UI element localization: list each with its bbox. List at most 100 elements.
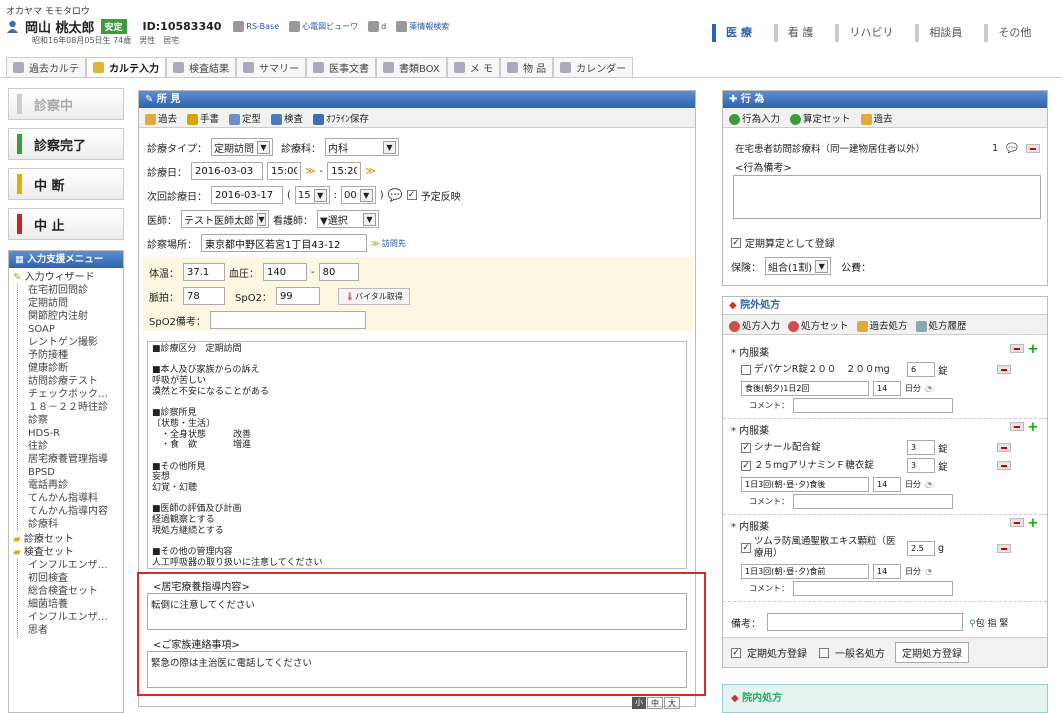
link-ecg-viewer[interactable]: 心電図ビューワ [289, 21, 358, 32]
menu-item[interactable]: BPSD [28, 466, 119, 479]
drug-qty-input[interactable] [907, 540, 935, 556]
pulse-input[interactable] [183, 287, 225, 305]
spo2-note-input[interactable] [209, 311, 366, 329]
menu-item[interactable]: てんかん指導料 [28, 492, 119, 505]
tab-items[interactable]: 物 品 [499, 57, 554, 77]
in-exam-button[interactable]: 診察中 [8, 88, 124, 120]
insurance-select[interactable]: 組合(1割) ▼ [765, 257, 832, 275]
next-date-input[interactable] [211, 186, 283, 204]
link-drug-search[interactable]: 薬情報検索 [396, 21, 449, 32]
tab-chart-input[interactable]: カルテ入力 [86, 57, 166, 77]
menu-item[interactable]: HDS-R [28, 427, 119, 440]
menu-item[interactable]: 予防接種 [28, 349, 119, 362]
tab-doc-box[interactable]: 書類BOX [376, 57, 447, 77]
drug-qty-input[interactable] [907, 440, 935, 455]
drug-checkbox[interactable]: ✓ [741, 442, 751, 453]
periodic-rx-checkbox[interactable]: ✓ [731, 647, 741, 658]
handwrite-button[interactable]: 手書 [187, 111, 219, 125]
add-icon[interactable]: + [1027, 517, 1039, 530]
findings-textarea[interactable]: ■診療区分 定期訪問 ■本人及び家族からの訴え 呼吸が苦しい 漠然と不安になることがあ… [147, 341, 687, 569]
test-set-item[interactable]: 思者 [28, 624, 119, 637]
menu-item[interactable]: 関節腔内注射 [28, 310, 119, 323]
tab-nursing[interactable]: 看 護 [773, 24, 824, 42]
drug-checkbox[interactable] [741, 364, 751, 375]
interrupt-button[interactable]: 中 断 [8, 168, 124, 200]
test-set-item[interactable]: インフルエンザ… [28, 559, 119, 572]
tab-other[interactable]: その他 [984, 24, 1041, 42]
tab-counselor[interactable]: 相談員 [915, 24, 972, 42]
rx-history-button[interactable]: 処方履歴 [915, 318, 967, 332]
menu-item[interactable]: 訪問診療テスト [28, 375, 119, 388]
remove-icon[interactable] [997, 461, 1011, 470]
test-set-item[interactable]: 細菌培養 [28, 598, 119, 611]
menu-item[interactable]: １８－２２時往診 [28, 401, 119, 414]
temperature-input[interactable] [183, 263, 225, 281]
generic-checkbox[interactable] [819, 647, 829, 658]
comment-input[interactable] [793, 494, 953, 509]
billing-set-button[interactable]: 算定セット [790, 111, 851, 125]
home-care-textarea[interactable]: 転倒に注意してください [147, 593, 687, 630]
menu-item[interactable]: 定期訪問 [28, 297, 119, 310]
remove-icon[interactable] [1009, 344, 1024, 353]
link-rs-base[interactable]: RS-Base [233, 21, 279, 32]
days-input[interactable] [873, 564, 901, 579]
exam-done-button[interactable]: 診察完了 [8, 128, 124, 160]
menu-item[interactable]: SOAP [28, 323, 119, 336]
drug-qty-input[interactable] [907, 458, 935, 473]
menu-item[interactable]: 診療科 [28, 518, 119, 531]
font-large-button[interactable]: 大 [664, 697, 680, 709]
font-small-button[interactable]: 小 [632, 697, 646, 709]
test-set-item[interactable]: 初回検査 [28, 572, 119, 585]
tab-memo[interactable]: メ モ [446, 57, 500, 77]
usage-input[interactable] [741, 477, 869, 492]
wizard-folder[interactable]: ✎ 入力ウィザード [13, 271, 119, 284]
font-medium-button[interactable]: 中 [647, 697, 663, 709]
drug-checkbox[interactable]: ✓ [741, 543, 751, 553]
tab-rehab[interactable]: リハビリ [835, 24, 903, 42]
past-button[interactable]: 過去 [145, 111, 177, 125]
time-from-input[interactable] [267, 162, 301, 180]
date-input[interactable] [191, 162, 263, 180]
menu-item[interactable]: てんかん指導内容 [28, 505, 119, 518]
days-input[interactable] [873, 381, 901, 396]
bp-high-input[interactable] [263, 263, 307, 281]
comment-input[interactable] [793, 398, 953, 413]
days-input[interactable] [873, 477, 901, 492]
menu-item[interactable]: 電話再診 [28, 479, 119, 492]
dept-select[interactable]: 内科 ▼ [325, 138, 399, 156]
usage-input[interactable] [741, 381, 869, 396]
remove-icon[interactable] [1026, 143, 1040, 153]
spo2-input[interactable] [275, 287, 320, 305]
test-button[interactable]: 検査 [271, 111, 303, 125]
procedure-input-button[interactable]: 行為入力 [729, 111, 780, 125]
add-icon[interactable]: + [1027, 421, 1039, 434]
tab-medical[interactable]: 医 療 [712, 24, 762, 42]
offline-save-button[interactable]: ｵﾌﾗｲﾝ保存 [313, 111, 369, 125]
menu-item[interactable]: 在宅初回問診 [28, 284, 119, 297]
procedure-past-button[interactable]: 過去 [860, 111, 893, 125]
menu-item[interactable]: 健康診断 [28, 362, 119, 375]
remove-icon[interactable] [1009, 518, 1024, 527]
next-hour-select[interactable]: 15 ▼ [294, 186, 330, 204]
rx-note-input[interactable] [767, 613, 963, 631]
menu-item[interactable]: 診察 [28, 414, 119, 427]
type-select[interactable]: 定期訪問 ▼ [211, 138, 273, 156]
rx-past-button[interactable]: 過去処方 [856, 318, 908, 332]
link-d[interactable]: d [368, 21, 386, 32]
remove-icon[interactable] [997, 443, 1011, 452]
visit-link[interactable]: ≫ 訪問先 [371, 238, 406, 249]
tab-calendar[interactable]: カレンダー [553, 57, 634, 77]
procedure-memo-textarea[interactable] [733, 175, 1041, 219]
comment-icon[interactable]: 💬 [388, 188, 403, 202]
periodic-rx-register-button[interactable]: 定期処方登録 [895, 642, 969, 663]
doctor-select[interactable]: テスト医師太郎 ▼ [181, 210, 269, 228]
place-input[interactable] [201, 234, 367, 252]
family-note-textarea[interactable]: 緊急の際は主治医に電話してください [147, 651, 687, 688]
menu-item[interactable]: 居宅療養管理指導 [28, 453, 119, 466]
bp-low-input[interactable] [318, 263, 359, 281]
remove-icon[interactable] [997, 365, 1011, 374]
folder-exam-set[interactable]: ▰ 診療セット [13, 533, 119, 546]
comment-icon[interactable]: 💬 [1006, 143, 1018, 154]
tab-summary[interactable]: サマリー [236, 57, 306, 77]
test-set-item[interactable]: インフルエンザ… [28, 611, 119, 624]
